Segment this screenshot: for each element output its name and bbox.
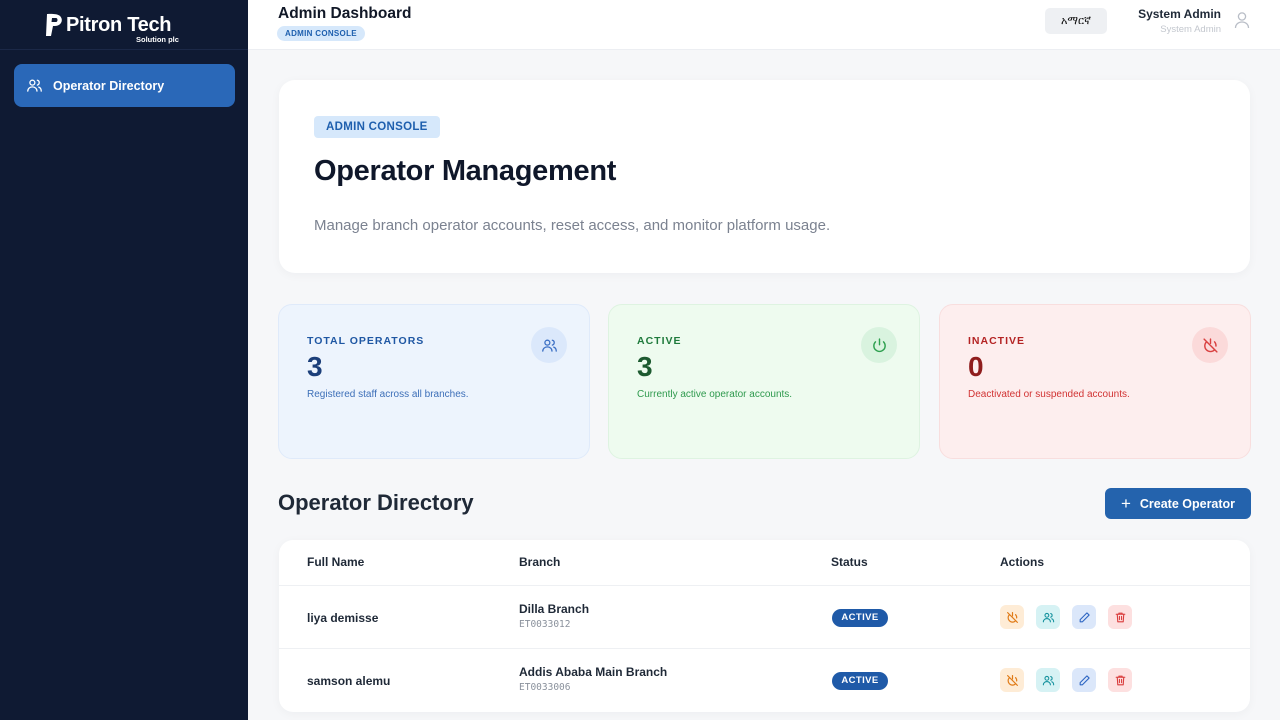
sidebar: Pitron Tech Solution plc Operator Direct… (0, 0, 248, 720)
delete-button[interactable] (1108, 668, 1132, 692)
sidebar-divider (0, 49, 248, 50)
power-off-icon (1192, 327, 1228, 363)
assign-users-button[interactable] (1036, 668, 1060, 692)
stat-card-inactive: INACTIVE 0 Deactivated or suspended acco… (939, 304, 1251, 459)
console-badge: ADMIN CONSOLE (277, 26, 365, 41)
status-badge: ACTIVE (832, 609, 888, 627)
table-header: Full Name Branch Status Actions (279, 540, 1250, 586)
users-icon (531, 327, 567, 363)
operator-table: Full Name Branch Status Actions liya dem… (279, 540, 1250, 712)
hero-badge: ADMIN CONSOLE (314, 116, 440, 138)
pencil-icon (1079, 611, 1090, 622)
stat-value: 3 (307, 351, 323, 382)
brand-name: Pitron Tech (66, 14, 172, 36)
hero-title: Operator Management (314, 155, 617, 187)
stat-description: Deactivated or suspended accounts. (968, 389, 1130, 400)
user-name[interactable]: System Admin (1138, 7, 1221, 21)
operator-name: liya demisse (307, 611, 379, 625)
user-icon[interactable] (1234, 11, 1250, 29)
brand-subtitle: Solution plc (136, 35, 179, 44)
column-header-full-name[interactable]: Full Name (307, 555, 364, 569)
operator-branch: Addis Ababa Main Branch (519, 665, 668, 679)
language-toggle-button[interactable]: አማርኛ (1045, 8, 1107, 34)
row-actions (1000, 605, 1144, 629)
directory-title: Operator Directory (278, 490, 474, 515)
trash-icon (1115, 675, 1125, 685)
edit-button[interactable] (1072, 605, 1096, 629)
create-operator-label: Create Operator (1139, 496, 1236, 511)
status-badge: ACTIVE (832, 672, 888, 690)
table-row[interactable]: samson alemu Addis Ababa Main Branch ET0… (279, 650, 1250, 712)
users-icon (1042, 612, 1054, 622)
trash-icon (1115, 612, 1125, 622)
branch-code: ET0033006 (519, 682, 571, 693)
delete-button[interactable] (1108, 605, 1132, 629)
operator-branch: Dilla Branch (519, 602, 590, 616)
sidebar-item-label: Operator Directory (53, 78, 165, 93)
column-header-actions: Actions (1000, 555, 1045, 569)
plus-icon: + (1120, 494, 1131, 513)
stat-card-total-operators: TOTAL OPERATORS 3 Registered staff acros… (278, 304, 590, 459)
top-bar: Admin Dashboard ADMIN CONSOLE አማርኛ Syste… (248, 0, 1280, 50)
stat-label: TOTAL OPERATORS (307, 335, 425, 347)
pencil-icon (1079, 674, 1090, 685)
hero-card: ADMIN CONSOLE Operator Management Manage… (279, 80, 1250, 273)
pitron-logo-icon (46, 13, 62, 36)
page-title: Admin Dashboard (278, 5, 412, 22)
branch-code: ET0033012 (519, 619, 571, 630)
column-header-branch[interactable]: Branch (519, 555, 560, 569)
stat-description: Currently active operator accounts. (637, 389, 793, 400)
deactivate-button[interactable] (1000, 668, 1024, 692)
power-off-icon (1006, 674, 1018, 686)
users-icon (1042, 675, 1054, 685)
table-row[interactable]: liya demisse Dilla Branch ET0033012 ACTI… (279, 587, 1250, 649)
operator-name: samson alemu (307, 674, 391, 688)
stat-value: 3 (637, 351, 653, 382)
brand-logo[interactable]: Pitron Tech Solution plc (44, 12, 194, 46)
users-icon (25, 77, 43, 95)
hero-subtitle: Manage branch operator accounts, reset a… (314, 217, 831, 234)
stat-description: Registered staff across all branches. (307, 389, 469, 400)
stat-label: INACTIVE (968, 335, 1026, 347)
sidebar-item-operator-directory[interactable]: Operator Directory (14, 64, 235, 107)
create-operator-button[interactable]: + Create Operator (1105, 488, 1251, 519)
assign-users-button[interactable] (1036, 605, 1060, 629)
user-role: System Admin (1160, 24, 1221, 35)
column-header-status[interactable]: Status (831, 555, 868, 569)
stat-card-active: ACTIVE 3 Currently active operator accou… (608, 304, 920, 459)
row-actions (1000, 668, 1144, 692)
deactivate-button[interactable] (1000, 605, 1024, 629)
power-icon (861, 327, 897, 363)
power-off-icon (1006, 611, 1018, 623)
stat-value: 0 (968, 351, 984, 382)
stat-label: ACTIVE (637, 335, 682, 347)
edit-button[interactable] (1072, 668, 1096, 692)
